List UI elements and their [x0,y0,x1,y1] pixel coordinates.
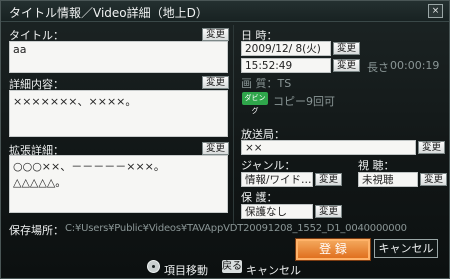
copy-count: コピー9回可 [273,95,335,108]
back-hint: キャンセル [246,264,301,277]
extended-line-1: ○○○××、－－－－－×××。 [13,160,165,173]
date-value: 2009/12/ 8(火) [245,43,321,55]
details-value: ×××××××、××××。 [13,95,137,108]
protect-value: 保護なし [245,206,287,218]
quality-label: 画 質：TS [241,77,292,90]
details-change-button[interactable]: 変更 [202,76,230,89]
details-dialog: タイトル情報／Video詳細（地上D） × タイトル： 変更 aa 詳細内容： … [0,0,450,279]
details-value-box[interactable]: ×××××××、××××。 [9,90,228,137]
genre-value: 情報/ワイド… [245,174,312,186]
genre-field: 情報/ワイド… [241,172,313,187]
protect-change-button[interactable]: 変更 [315,205,343,218]
time-field: 15:52:49 [241,58,331,73]
dubbing-icon: ダビング [242,92,268,115]
station-change-button[interactable]: 変更 [418,141,446,154]
register-button[interactable]: 登 録 [295,238,371,261]
genre-change-button[interactable]: 変更 [315,173,343,186]
genre-label: ジャンル： [241,159,296,172]
dpad-icon [147,260,160,273]
title-change-button[interactable]: 変更 [202,28,230,41]
length-label: 長さ [367,61,389,74]
watch-field: 未視聴 [358,172,418,187]
save-path-value: C:¥Users¥Public¥Videos¥TAVAppVDT20091208… [65,223,407,234]
back-key-icon: 戻る [222,260,242,273]
cancel-button[interactable]: キャンセル [374,239,438,258]
time-value: 15:52:49 [245,60,293,72]
extended-line-2: △△△△△。 [13,176,67,189]
length-value: 00:00:19 [390,59,440,72]
time-change-button[interactable]: 変更 [333,59,361,72]
move-hint: 項目移動 [164,264,208,277]
extended-details-box[interactable]: ○○○××、－－－－－×××。 △△△△△。 [9,155,228,213]
title-bar: タイトル情報／Video詳細（地上D） × [1,1,449,22]
protect-field: 保護なし [241,204,313,219]
station-value: ×× [245,142,263,154]
title-value-box[interactable]: aa [9,41,228,73]
extended-change-button[interactable]: 変更 [202,142,230,155]
close-icon[interactable]: × [428,4,443,18]
watch-label: 視 聴： [358,159,395,172]
date-change-button[interactable]: 変更 [333,42,361,55]
column-divider [233,25,234,225]
date-field: 2009/12/ 8(火) [241,41,331,56]
title-value: aa [13,43,27,56]
watch-value: 未視聴 [362,174,394,186]
watch-change-button[interactable]: 変更 [420,173,448,186]
station-field: ×× [241,140,416,155]
window-title: タイトル情報／Video詳細（地上D） [9,6,208,20]
protect-label: 保 護： [241,191,278,204]
save-path-label: 保存場所： [9,224,64,237]
